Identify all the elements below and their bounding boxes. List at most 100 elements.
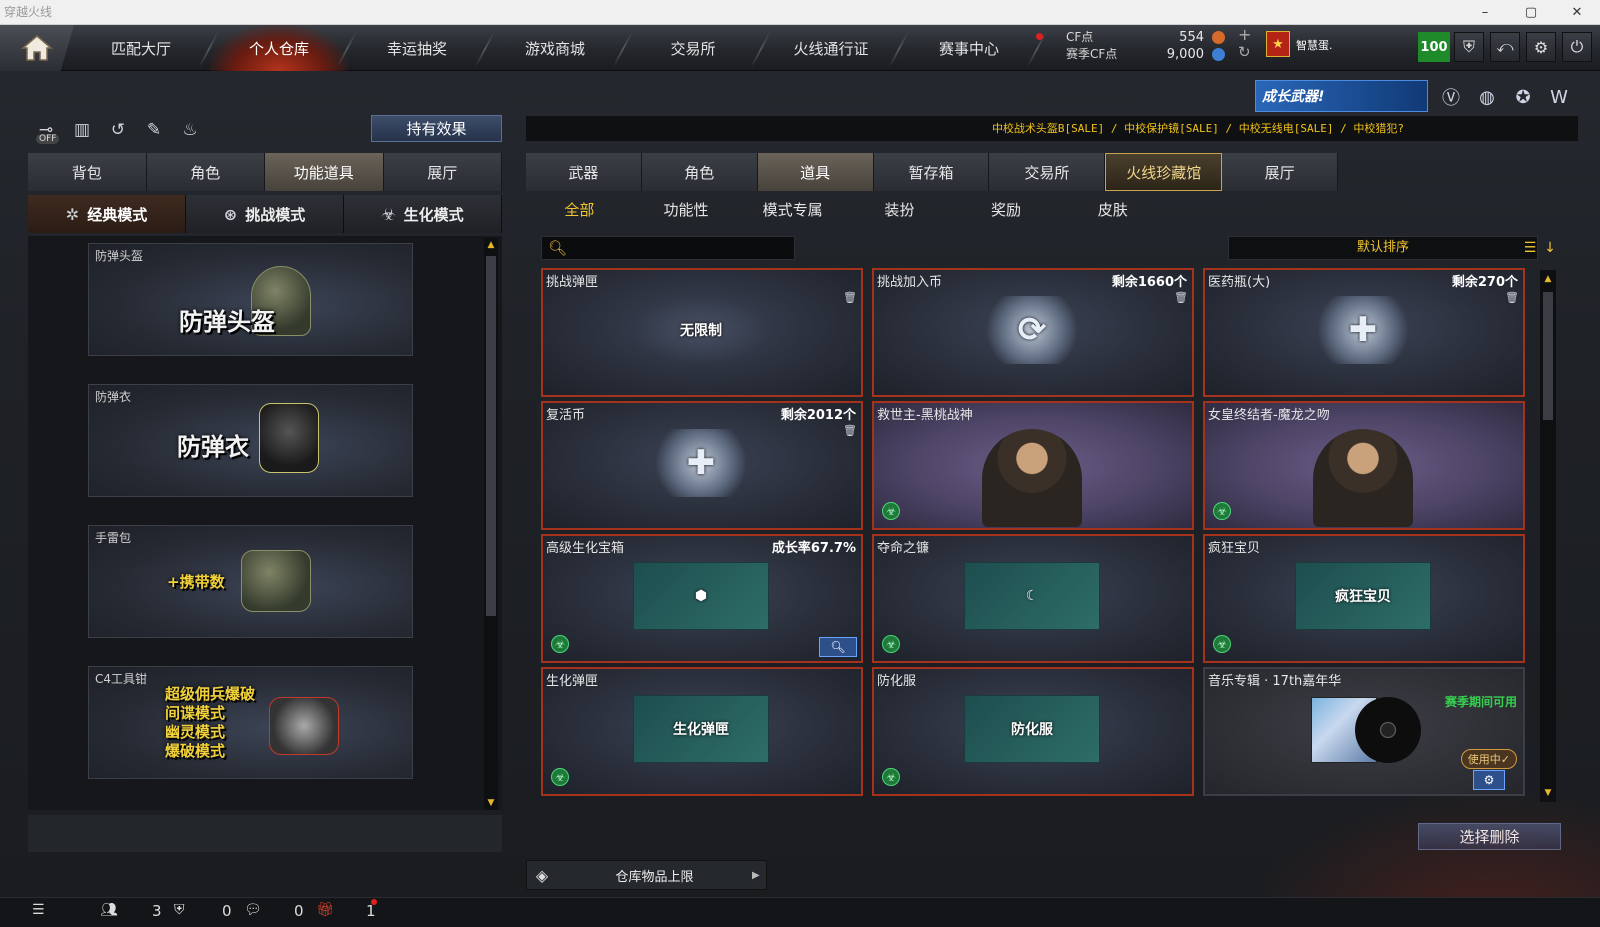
sort-order-icon[interactable]: ↓ (1540, 237, 1560, 259)
friends-status[interactable]: 👥︎ (100, 902, 118, 918)
sub-tab[interactable]: 模式专属 (739, 197, 846, 223)
left-tab[interactable]: 功能道具 (265, 153, 384, 191)
item-art: 无限制 (633, 296, 769, 364)
sub-tab[interactable]: 全部 (526, 197, 633, 223)
card-name: 防弹头盔 (95, 249, 144, 263)
settings-icon[interactable]: ⚙ (1526, 32, 1556, 62)
item-card[interactable]: 生化弹匣 生化弹匣 ☣ (541, 667, 863, 796)
card-c4-pliers[interactable]: C4工具钳 超级佣兵爆破 间谍模式 幽灵模式 爆破模式 (88, 666, 413, 779)
item-card[interactable]: 挑战加入币 剩余1660个 🗑︎ ⟳ (872, 268, 1194, 397)
nav-tab[interactable]: 赛事中心 (900, 25, 1038, 71)
in-use-badge[interactable]: 使用中✓ (1460, 749, 1517, 769)
sub-tab[interactable]: 装扮 (846, 197, 953, 223)
card-armor[interactable]: 防弹衣 防弹衣 (88, 384, 413, 497)
item-name: 生化弹匣 (546, 674, 599, 689)
select-delete-button[interactable]: 选择删除 (1418, 823, 1561, 850)
sub-tab[interactable]: 功能性 (633, 197, 740, 223)
close-button[interactable]: ✕ (1554, 0, 1600, 25)
right-tab[interactable]: 火线珍藏馆 (1105, 153, 1223, 191)
history-icon[interactable]: ↺ (104, 116, 132, 144)
nav-tab[interactable]: 匹配大厅 (72, 25, 210, 71)
item-card[interactable]: 女皇终结者-魔龙之吻 ☣ (1203, 401, 1525, 530)
username[interactable]: 智慧蛋. (1296, 37, 1333, 53)
item-card[interactable]: 夺命之镰 ☾ ☣ (872, 534, 1194, 663)
left-tab[interactable]: 展厅 (383, 153, 502, 191)
cf-value: 554 (1179, 30, 1204, 45)
sub-tab[interactable]: 皮肤 (1059, 197, 1166, 223)
item-card[interactable]: 高级生化宝箱 成长率67.7% ⬢ ☣ 🔍︎ (541, 534, 863, 663)
right-tab[interactable]: 武器 (526, 153, 642, 191)
item-card[interactable]: 疯狂宝贝 疯狂宝贝 ☣ (1203, 534, 1525, 663)
w-logo-icon[interactable]: W (1546, 84, 1572, 110)
nav-tab[interactable]: 游戏商城 (486, 25, 624, 71)
card-grenade-pack[interactable]: 手雷包 +携带数 (88, 525, 413, 638)
refresh-icon[interactable]: ↻ (1238, 44, 1251, 61)
minimize-button[interactable]: – (1462, 0, 1508, 25)
nav-tab[interactable]: 幸运抽奖 (348, 25, 486, 71)
card-helmet[interactable]: 防弹头盔 防弹头盔 (88, 243, 413, 356)
item-name: 女皇终结者-魔龙之吻 (1208, 408, 1330, 423)
delete-icon[interactable]: 🗑︎ (1505, 290, 1519, 304)
mode-tab-classic[interactable]: ✲ 经典模式 (28, 195, 186, 233)
growth-weapon-banner[interactable]: 成长武器! (1255, 80, 1428, 112)
mode-tab-challenge[interactable]: ⊛ 挑战模式 (186, 195, 344, 233)
repair-icon[interactable]: ✎ (140, 116, 168, 144)
maximize-button[interactable]: ▢ (1508, 0, 1554, 25)
nav-tab[interactable]: 交易所 (624, 25, 762, 71)
item-card[interactable]: 救世主-黑桃战神 ☣ (872, 401, 1194, 530)
item-card[interactable]: 医药瓶(大) 剩余270个 🗑︎ ✚ (1203, 268, 1525, 397)
sort-dropdown[interactable]: 默认排序 (1228, 236, 1538, 260)
left-item-panel: 防弹头盔 防弹头盔 防弹衣 防弹衣 手雷包 +携带数 C4工具钳 超级佣兵爆破 … (28, 236, 502, 810)
return-icon[interactable]: ⤺ (1490, 32, 1520, 62)
nav-tab[interactable]: 火线通行证 (762, 25, 900, 71)
bag-icon[interactable]: ♨ (176, 116, 204, 144)
v-badge-icon[interactable]: Ⓥ (1438, 84, 1464, 110)
left-scrollbar[interactable]: ▲ ▼ (484, 238, 498, 810)
right-tab[interactable]: 暂存箱 (873, 153, 990, 191)
scroll-down-icon[interactable]: ▼ (1541, 786, 1555, 800)
power-icon[interactable]: ⏻ (1562, 32, 1592, 62)
scroll-up-icon[interactable]: ▲ (1541, 272, 1555, 286)
menu-icon[interactable]: ☰ (32, 902, 45, 918)
item-name: 防化服 (877, 674, 917, 689)
item-card[interactable]: 音乐专辑 · 17th嘉年华 赛季期间可用 使用中✓ ⚙ (1203, 667, 1525, 796)
scroll-up-icon[interactable]: ▲ (484, 238, 498, 252)
window-titlebar: 穿越火线 – ▢ ✕ (0, 0, 1600, 25)
gear-icon[interactable]: ⚙ (1473, 770, 1505, 790)
scroll-down-icon[interactable]: ▼ (484, 796, 498, 810)
search-input[interactable]: 🔍︎ (541, 236, 795, 260)
left-tab[interactable]: 角色 (146, 153, 265, 191)
crest-icon[interactable]: ✪ (1510, 84, 1536, 110)
item-card[interactable]: 防化服 防化服 ☣ (872, 667, 1194, 796)
sub-tab[interactable]: 奖励 (953, 197, 1060, 223)
gift-dot (371, 899, 377, 905)
scroll-thumb[interactable] (1543, 292, 1553, 420)
right-scrollbar[interactable]: ▲ ▼ (1540, 270, 1556, 802)
left-tab[interactable]: 背包 (28, 153, 147, 191)
shield-icon[interactable]: ⛨ (1454, 32, 1484, 62)
mode-tab-bio[interactable]: ☣ 生化模式 (344, 195, 502, 233)
item-card[interactable]: 挑战弹匣 🗑︎ 无限制 (541, 268, 863, 397)
chat-icon[interactable]: 💬︎ (244, 902, 262, 918)
item-card[interactable]: 复活币 剩余2012个 🗑︎ ✚ (541, 401, 863, 530)
delete-icon[interactable]: 🗑︎ (1174, 290, 1188, 304)
right-tab[interactable]: 角色 (641, 153, 758, 191)
delete-icon[interactable]: 🗑︎ (843, 423, 857, 437)
clan-icon[interactable]: ⛨ (174, 902, 185, 918)
zoom-icon[interactable]: 🔍︎ (819, 637, 857, 657)
home-button[interactable] (0, 25, 74, 71)
globe-icon[interactable]: ◍ (1474, 84, 1500, 110)
ranking-icon[interactable]: ▥ (68, 116, 96, 144)
right-tab[interactable]: 道具 (757, 153, 874, 191)
sale-ticker: 中校战术头盔B[SALE] / 中校保护镜[SALE] / 中校无线电[SALE… (526, 116, 1578, 141)
scroll-thumb[interactable] (486, 256, 496, 616)
list-view-icon[interactable]: ☰ (1520, 237, 1540, 259)
capacity-button[interactable]: ◈ 仓库物品上限 ▶ (526, 860, 767, 890)
gift-icon[interactable]: 🎁︎ (316, 902, 334, 918)
right-tab[interactable]: 交易所 (989, 153, 1106, 191)
hold-effect-button[interactable]: 持有效果 (371, 115, 502, 142)
delete-icon[interactable]: 🗑︎ (843, 290, 857, 304)
recharge-plus-icon[interactable]: + (1238, 26, 1251, 43)
right-tab[interactable]: 展厅 (1222, 153, 1339, 191)
nav-tab[interactable]: 个人仓库 (210, 25, 348, 71)
